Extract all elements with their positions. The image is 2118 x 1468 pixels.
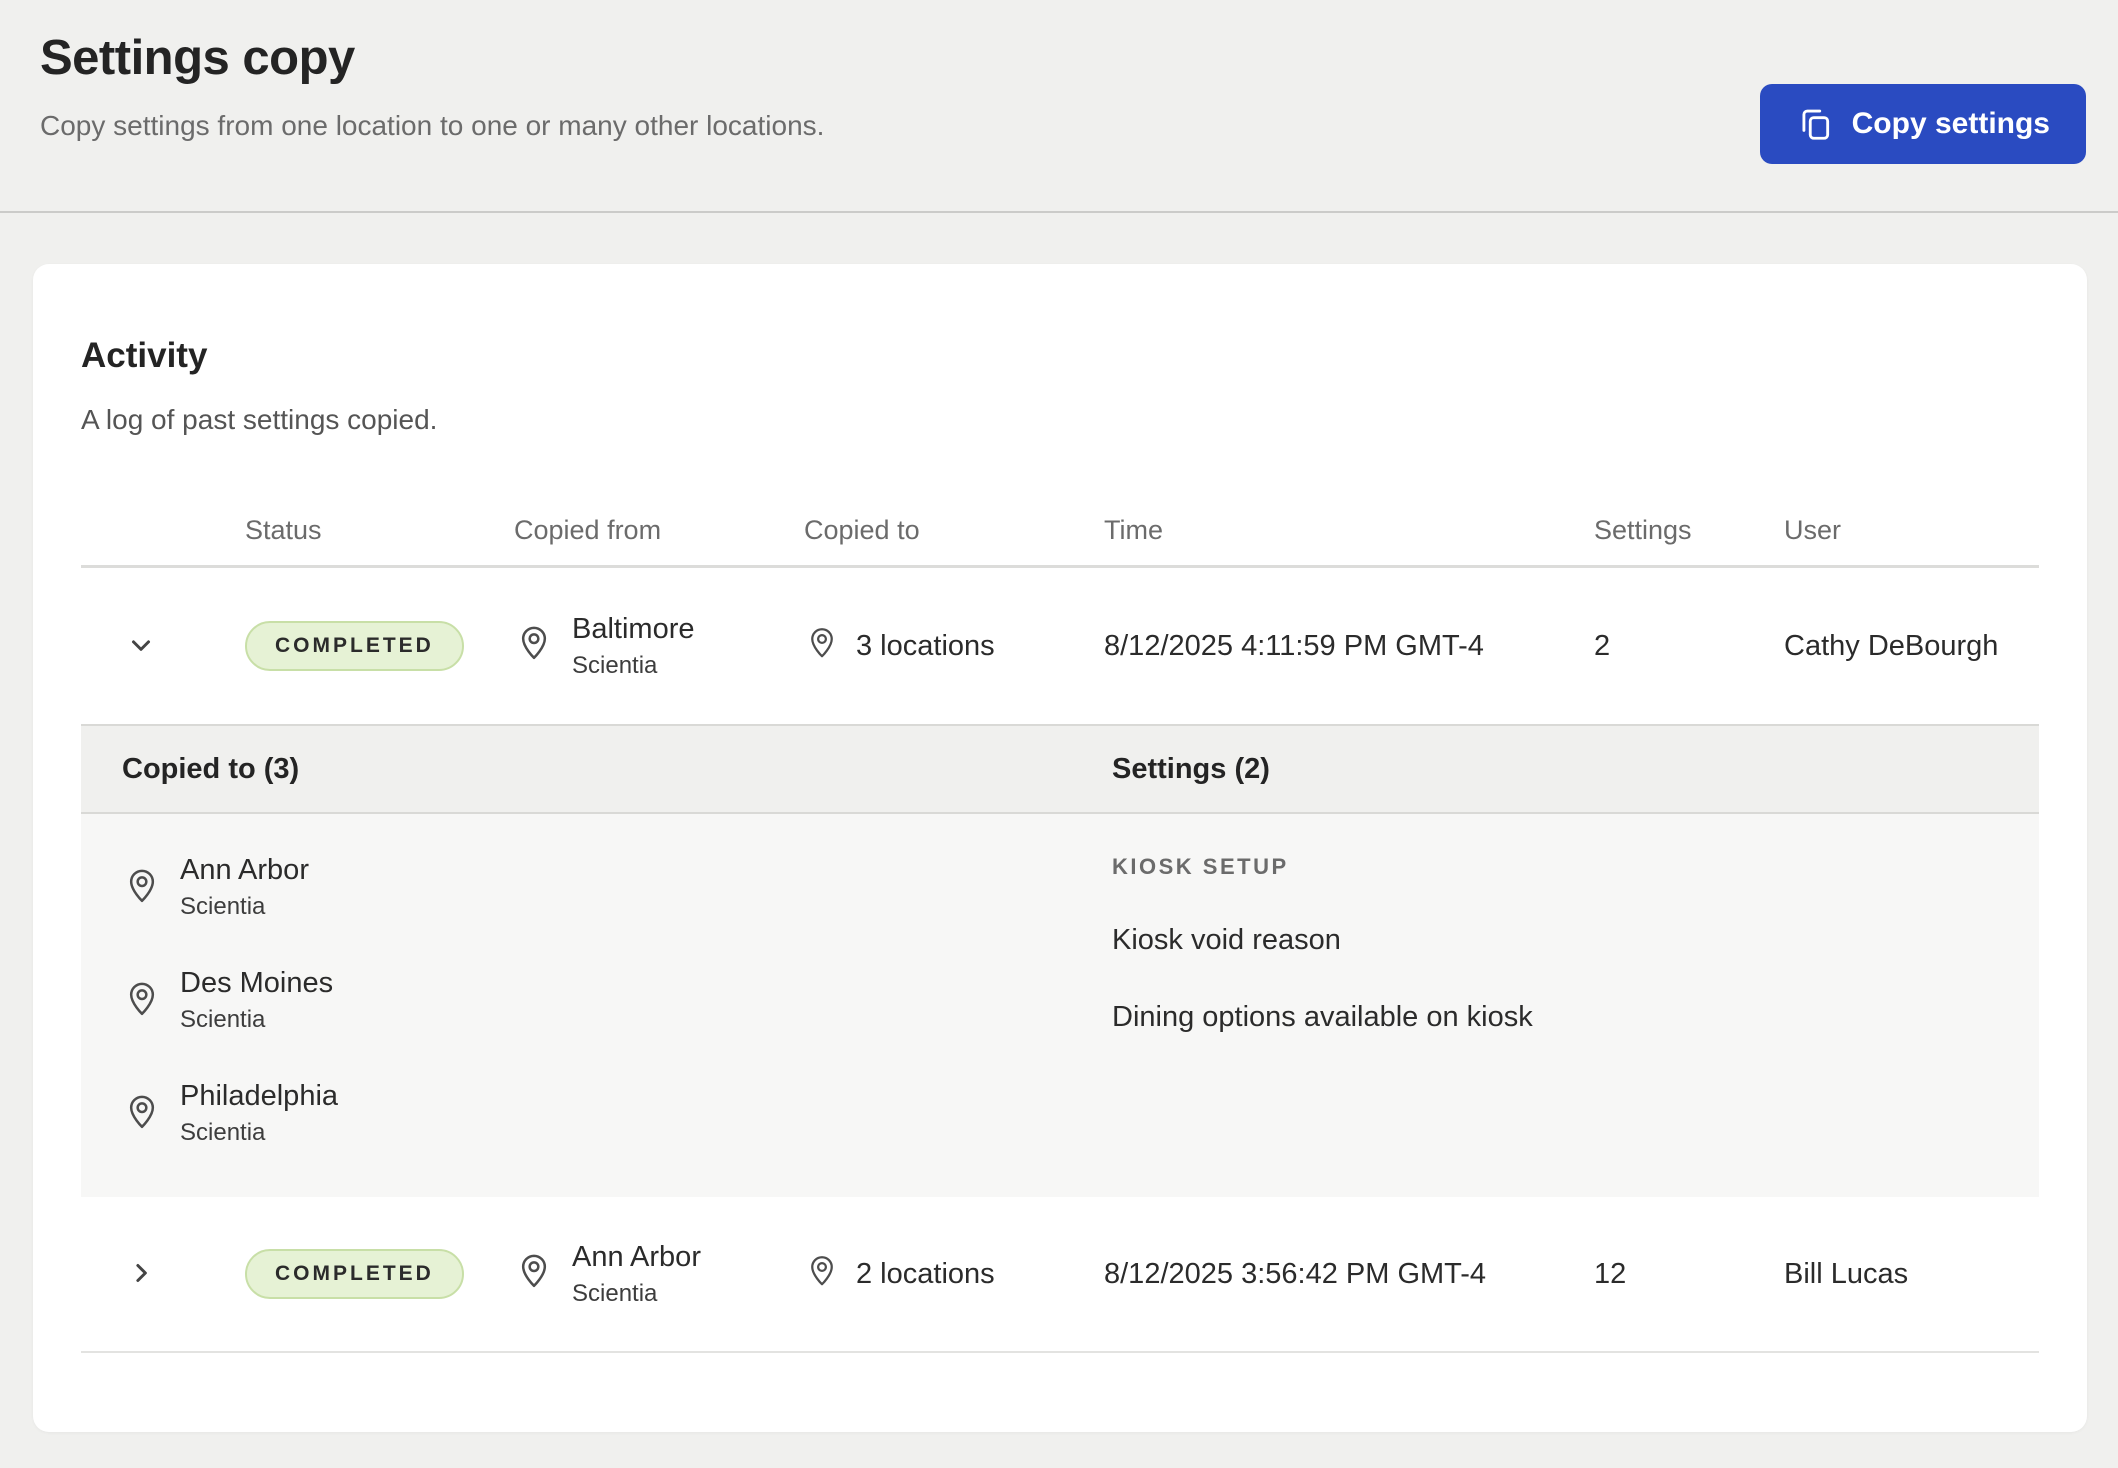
copied-from-location-name: Ann Arbor [572, 1241, 701, 1274]
row-time: 8/12/2025 3:56:42 PM GMT-4 [1080, 1258, 1570, 1291]
row-settings-count: 2 [1570, 630, 1760, 663]
copied-to-summary: 2 locations [856, 1258, 995, 1291]
list-item-location: Ann Arbor Scientia [122, 854, 1112, 921]
column-header-user: User [1760, 515, 2039, 546]
collapse-row-button[interactable] [118, 622, 164, 671]
settings-copy-page: Settings copy Copy settings from one loc… [0, 0, 2118, 1468]
detail-location-name: Des Moines [180, 967, 333, 1000]
expand-row-button[interactable] [118, 1250, 164, 1299]
location-pin-icon [122, 865, 162, 910]
detail-body: Ann Arbor Scientia [81, 814, 2039, 1197]
detail-copied-to-header: Copied to (3) [122, 753, 1112, 786]
status-badge: COMPLETED [245, 621, 464, 671]
copied-from-location-name: Baltimore [572, 613, 695, 646]
copy-icon [1796, 105, 1834, 143]
detail-location-org: Scientia [180, 1006, 333, 1034]
location-pin-icon [514, 1250, 554, 1298]
page-title: Settings copy [40, 30, 2086, 86]
detail-locations-list: Ann Arbor Scientia [122, 854, 1112, 1147]
row-detail-panel: Copied to (3) Settings (2) [81, 724, 2039, 1197]
chevron-down-icon [126, 630, 156, 663]
location-pin-icon [514, 622, 554, 670]
column-header-status: Status [201, 515, 494, 546]
detail-location-org: Scientia [180, 1119, 338, 1147]
activity-subtitle: A log of past settings copied. [81, 404, 2039, 436]
page-header: Settings copy Copy settings from one loc… [0, 0, 2118, 213]
table-header-row: Status Copied from Copied to Time Settin… [81, 496, 2039, 568]
detail-settings-header: Settings (2) [1112, 753, 2039, 786]
location-pin-icon [804, 1252, 840, 1296]
column-header-copied-from: Copied from [494, 515, 780, 546]
activity-card: Activity A log of past settings copied. … [33, 264, 2087, 1432]
activity-title: Activity [81, 336, 2039, 376]
row-time: 8/12/2025 4:11:59 PM GMT-4 [1080, 630, 1570, 663]
detail-location-org: Scientia [180, 893, 309, 921]
detail-location-name: Philadelphia [180, 1080, 338, 1113]
column-header-settings: Settings [1570, 515, 1760, 546]
copied-from-location-org: Scientia [572, 1280, 701, 1308]
copy-settings-button-label: Copy settings [1852, 107, 2050, 141]
copied-from-location-org: Scientia [572, 652, 695, 680]
copied-to-summary: 3 locations [856, 630, 995, 663]
list-item-location: Philadelphia Scientia [122, 1080, 1112, 1147]
column-header-copied-to: Copied to [780, 515, 1080, 546]
row-user: Bill Lucas [1760, 1258, 2039, 1291]
row-user: Cathy DeBourgh [1760, 630, 2039, 663]
list-item-location: Des Moines Scientia [122, 967, 1112, 1034]
column-header-time: Time [1080, 515, 1570, 546]
chevron-right-icon [126, 1258, 156, 1291]
list-item-setting: Kiosk void reason [1112, 924, 2039, 957]
activity-row-expanded: COMPLETED Baltimore Scientia [81, 568, 2039, 724]
list-item-setting: Dining options available on kiosk [1112, 1001, 2039, 1034]
location-pin-icon [122, 978, 162, 1023]
activity-table: Status Copied from Copied to Time Settin… [81, 496, 2039, 1353]
status-badge: COMPLETED [245, 1249, 464, 1299]
location-pin-icon [122, 1091, 162, 1136]
copy-settings-button[interactable]: Copy settings [1760, 84, 2086, 164]
activity-row-collapsed: COMPLETED Ann Arbor Scientia [81, 1197, 2039, 1353]
location-pin-icon [804, 624, 840, 668]
settings-group-label: KIOSK SETUP [1112, 854, 2039, 880]
detail-location-name: Ann Arbor [180, 854, 309, 887]
detail-settings-list: KIOSK SETUP Kiosk void reason Dining opt… [1112, 854, 2039, 1147]
row-settings-count: 12 [1570, 1258, 1760, 1291]
detail-subheader-row: Copied to (3) Settings (2) [81, 724, 2039, 814]
